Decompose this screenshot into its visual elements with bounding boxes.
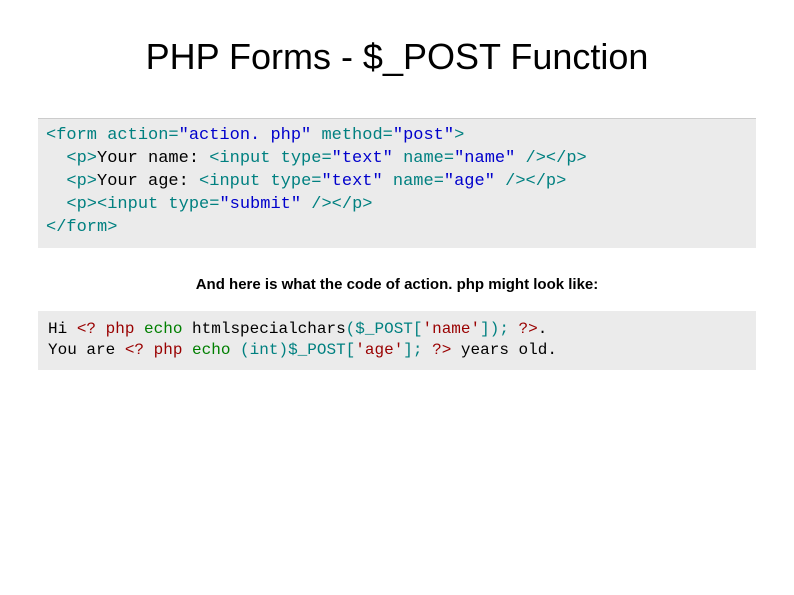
code-token: /></p> [301,195,372,214]
code-token: <p> [46,149,97,168]
code-token: $_POST [355,320,413,338]
code-token: [ [413,320,423,338]
code-token: <p> [46,172,97,191]
code-token: ]); [480,320,518,338]
code-token: <form action= [46,126,179,145]
code-token: "age" [444,172,495,191]
code-token: (int) [240,341,288,359]
code-token: "name" [454,149,515,168]
code-token: You are [48,341,125,359]
code-token: . [538,320,548,338]
code-token: ?> [432,341,451,359]
code-token: Your name: [97,149,209,168]
code-token: "action. php" [179,126,312,145]
code-token: "post" [393,126,454,145]
code-token: years old. [451,341,557,359]
code-token: /></p> [495,172,566,191]
code-token: htmlspecialchars [192,320,346,338]
code-token: ?> [519,320,538,338]
code-token: <? php [125,341,192,359]
code-token: name= [393,149,454,168]
code-token: <p><input type= [46,195,219,214]
code-token: /></p> [515,149,586,168]
code-token: ]; [403,341,432,359]
code-token: <input type= [209,149,331,168]
code-token: Your age: [97,172,199,191]
code-token: 'age' [355,341,403,359]
code-token: echo [192,341,240,359]
caption-text: And here is what the code of action. php… [0,276,794,293]
slide-title: PHP Forms - $_POST Function [0,0,794,78]
code-block-form: <form action="action. php" method="post"… [38,118,756,248]
code-token: name= [383,172,444,191]
code-token: ( [346,320,356,338]
code-token: <? php [77,320,144,338]
code-token: Hi [48,320,77,338]
code-block-action: Hi <? php echo htmlspecialchars($_POST['… [38,311,756,370]
code-token: $_POST [288,341,346,359]
code-token: "text" [332,149,393,168]
code-token: echo [144,320,192,338]
code-token: method= [311,126,393,145]
code-token: 'name' [423,320,481,338]
code-token: "submit" [219,195,301,214]
code-token: </form> [46,218,117,237]
code-token: <input type= [199,172,321,191]
code-token: "text" [321,172,382,191]
code-token: > [454,126,464,145]
code-token: [ [346,341,356,359]
